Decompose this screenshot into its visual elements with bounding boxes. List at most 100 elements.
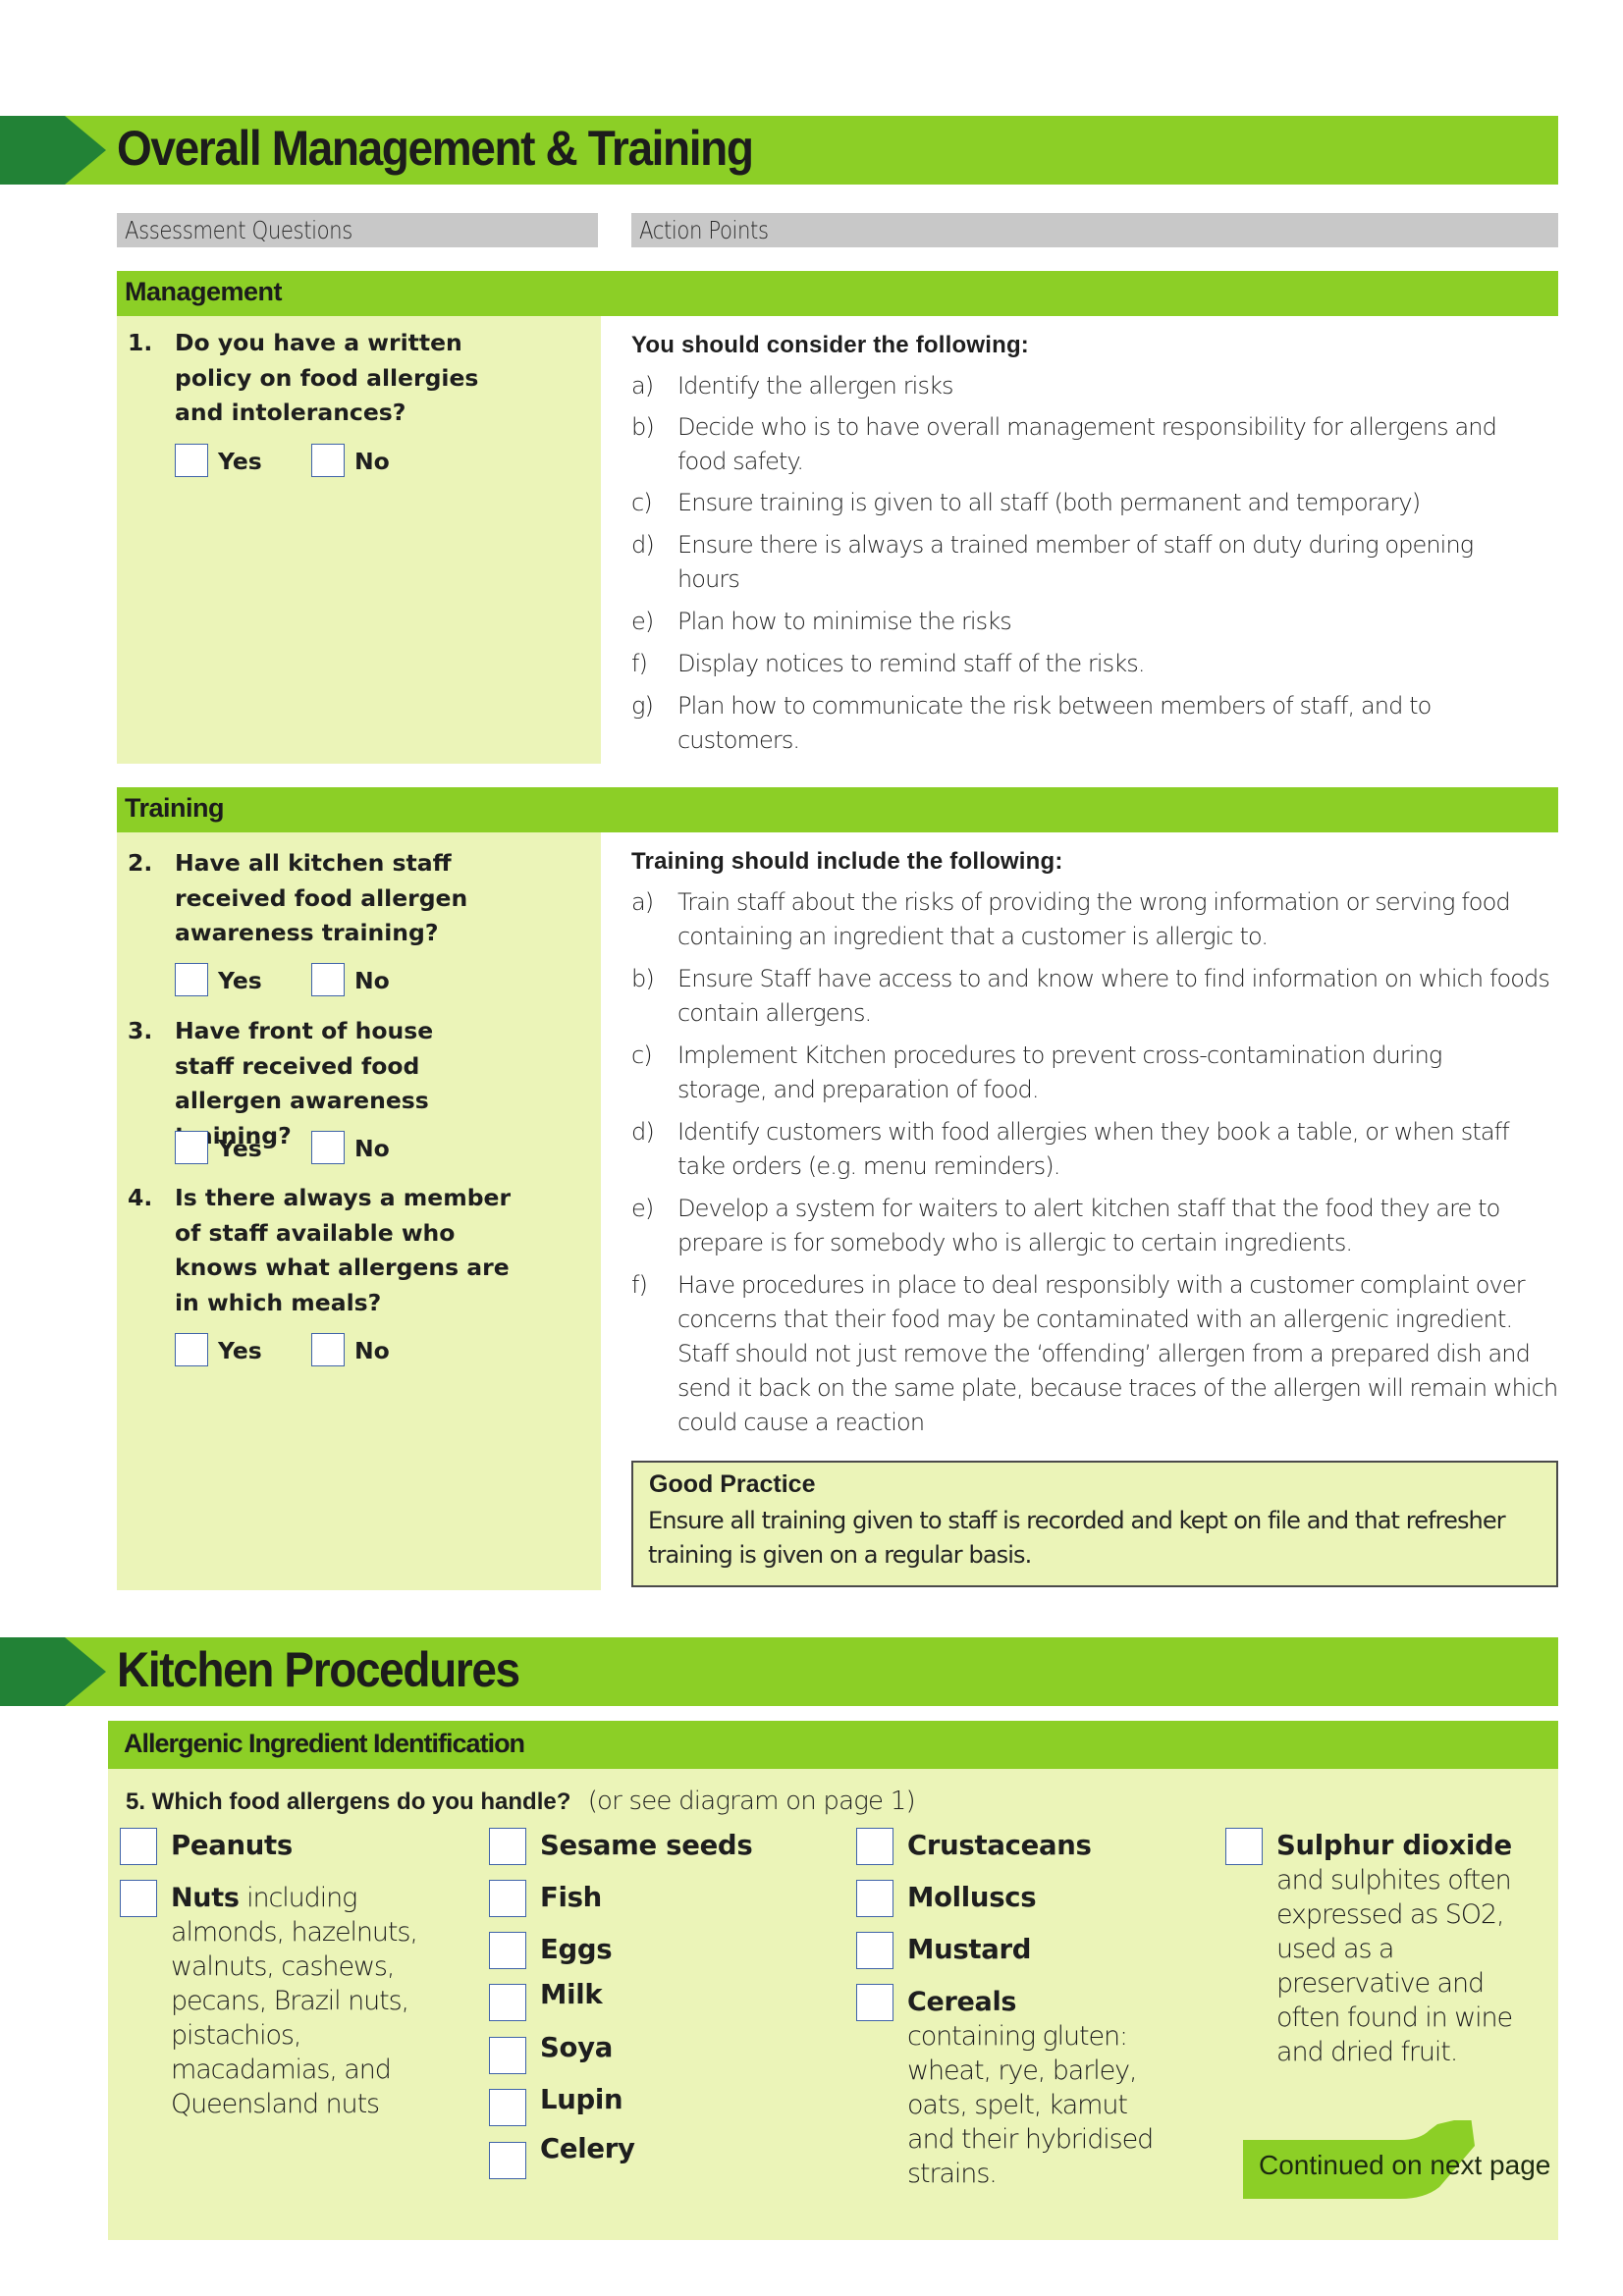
action-point: e) Develop a system for waiters to alert… — [631, 1192, 1554, 1260]
action-point: b) Ensure Staff have access to and know … — [631, 962, 1554, 1031]
action-point: e) Plan how to minimise the risks — [631, 605, 1554, 639]
allergen-item-soya: Soya — [489, 2032, 784, 2076]
checkbox-lupin[interactable] — [489, 2089, 526, 2126]
allergen-name: Peanuts — [171, 1830, 293, 1861]
question-number: 3. — [128, 1017, 153, 1044]
action-point-text: Identify customers with food allergies w… — [677, 1118, 1510, 1180]
checkbox-no-q4[interactable] — [311, 1333, 345, 1366]
checkbox-no-q1[interactable] — [311, 444, 345, 477]
action-point-text: Identify the allergen risks — [677, 372, 954, 400]
action-point: c) Ensure training is given to all staff… — [631, 486, 1554, 520]
section-banner-kitchen-procedures: Kitchen Procedures — [0, 1637, 1558, 1706]
column-header-action-points: Action Points — [631, 213, 1558, 247]
checkbox-yes-q4[interactable] — [175, 1333, 208, 1366]
action-point-letter: e) — [631, 608, 654, 635]
action-point-text: Ensure there is always a trained member … — [677, 531, 1474, 593]
checkbox-peanuts[interactable] — [120, 1828, 157, 1865]
allergen-item-eggs: Eggs — [489, 1932, 784, 1971]
action-point: f) Display notices to remind staff of th… — [631, 647, 1554, 681]
allergen-item-sesame: Sesame seeds — [489, 1828, 784, 1867]
checkbox-celery[interactable] — [489, 2142, 526, 2179]
allergen-item-lupin: Lupin — [489, 2084, 784, 2128]
action-point: c) Implement Kitchen procedures to preve… — [631, 1039, 1554, 1107]
checkbox-label-no: No — [354, 448, 390, 475]
checkbox-cereals[interactable] — [856, 1984, 893, 2021]
question-text: Do you have a written policy on food all… — [175, 329, 479, 426]
checkbox-milk[interactable] — [489, 1984, 526, 2021]
column-header-label: Action Points — [639, 216, 769, 244]
allergen-name: Fish — [540, 1882, 602, 1913]
question-number: 1. — [128, 329, 153, 356]
checkbox-nuts[interactable] — [120, 1880, 157, 1917]
action-point-text: Plan how to communicate the risk between… — [677, 692, 1432, 754]
section-banner-management-training: Overall Management & Training — [0, 116, 1558, 185]
allergen-name: Lupin — [540, 2084, 623, 2115]
allergen-name: Nuts — [171, 1883, 240, 1913]
allergen-name: Soya — [540, 2032, 613, 2063]
checkbox-no-q3[interactable] — [311, 1131, 345, 1164]
action-point-text: Plan how to minimise the risks — [677, 608, 1012, 635]
action-point-text: Decide who is to have overall management… — [677, 413, 1497, 475]
banner-arrow-icon — [0, 1637, 65, 1706]
banner-arrow-tip — [65, 116, 106, 185]
action-point-letter: f) — [631, 650, 648, 677]
allergen-item-sulphur-dioxide: Sulphur dioxide and sulphites often expr… — [1225, 1828, 1549, 2067]
action-heading-training: Training should include the following: — [631, 848, 1063, 875]
action-point: d) Identify customers with food allergie… — [631, 1115, 1554, 1184]
action-point-text: Ensure Staff have access to and know whe… — [677, 965, 1550, 1027]
action-point: f) Have procedures in place to deal resp… — [631, 1268, 1558, 1440]
checkbox-label-yes: Yes — [218, 448, 262, 475]
checkbox-yes-q3[interactable] — [175, 1131, 208, 1164]
good-practice-title: Good Practice — [649, 1470, 816, 1498]
allergen-item-peanuts: Peanuts — [120, 1828, 473, 1867]
action-point-letter: c) — [631, 489, 653, 516]
good-practice-text: Ensure all training given to staff is re… — [648, 1507, 1506, 1569]
action-point: g) Plan how to communicate the risk betw… — [631, 689, 1554, 758]
checkbox-fish[interactable] — [489, 1880, 526, 1917]
question-3: 3. Have front of house staff received fo… — [128, 1014, 589, 1149]
allergen-item-cereals: Cereals containing gluten: wheat, rye, b… — [856, 1984, 1180, 2189]
checkbox-molluscs[interactable] — [856, 1880, 893, 1917]
checkbox-label-no: No — [354, 967, 390, 994]
checkbox-sesame-seeds[interactable] — [489, 1828, 526, 1865]
checkbox-mustard[interactable] — [856, 1932, 893, 1969]
action-heading-management: You should consider the following: — [631, 332, 1030, 358]
allergen-description: and sulphites often expressed as SO2, us… — [1276, 1865, 1513, 2067]
action-point-text: Train staff about the risks of providing… — [677, 888, 1511, 950]
question-text: Have all kitchen staff received food all… — [175, 849, 468, 946]
allergen-item-celery: Celery — [489, 2133, 784, 2181]
checkbox-no-q2[interactable] — [311, 963, 345, 996]
question-number: 2. — [128, 849, 153, 877]
column-header-assessment: Assessment Questions — [117, 213, 598, 247]
checkbox-label-no: No — [354, 1135, 390, 1162]
question-2: 2. Have all kitchen staff received food … — [128, 846, 589, 954]
subsection-label: Training — [125, 793, 225, 823]
allergen-item-milk: Milk — [489, 1979, 784, 2023]
continued-on-next-page-tab[interactable]: Continued on next page — [1243, 2120, 1596, 2199]
checkbox-yes-q1[interactable] — [175, 444, 208, 477]
action-point: a) Train staff about the risks of provid… — [631, 885, 1554, 954]
action-point-letter: e) — [631, 1195, 654, 1222]
question-5: 5. Which food allergens do you handle? (… — [126, 1787, 916, 1816]
checkbox-eggs[interactable] — [489, 1932, 526, 1969]
checkbox-sulphur-dioxide[interactable] — [1225, 1828, 1263, 1865]
allergen-item-mustard: Mustard — [856, 1932, 1180, 1971]
action-point-text: Implement Kitchen procedures to prevent … — [677, 1041, 1442, 1103]
allergen-item-crustaceans: Crustaceans — [856, 1828, 1180, 1867]
checkbox-yes-q2[interactable] — [175, 963, 208, 996]
allergen-desc-text: including almonds, hazelnuts, walnuts, c… — [171, 1883, 418, 2119]
subsection-bar-allergen-identification: Allergenic Ingredient Identification — [108, 1721, 1558, 1769]
section-title: Overall Management & Training — [117, 121, 754, 176]
checkbox-crustaceans[interactable] — [856, 1828, 893, 1865]
allergen-name: Eggs — [540, 1934, 613, 1965]
checkbox-label-no: No — [354, 1337, 390, 1364]
column-header-label: Assessment Questions — [125, 216, 352, 244]
question-4: 4. Is there always a member of staff ava… — [128, 1181, 589, 1323]
good-practice-box: Good Practice Ensure all training given … — [631, 1461, 1558, 1587]
subsection-label: Management — [125, 277, 283, 306]
checkbox-soya[interactable] — [489, 2037, 526, 2074]
question-text: 5. Which food allergens do you handle? — [126, 1789, 571, 1815]
question-note: (or see diagram on page 1) — [587, 1787, 916, 1816]
allergen-item-molluscs: Molluscs — [856, 1880, 1180, 1919]
action-point-letter: b) — [631, 965, 655, 992]
